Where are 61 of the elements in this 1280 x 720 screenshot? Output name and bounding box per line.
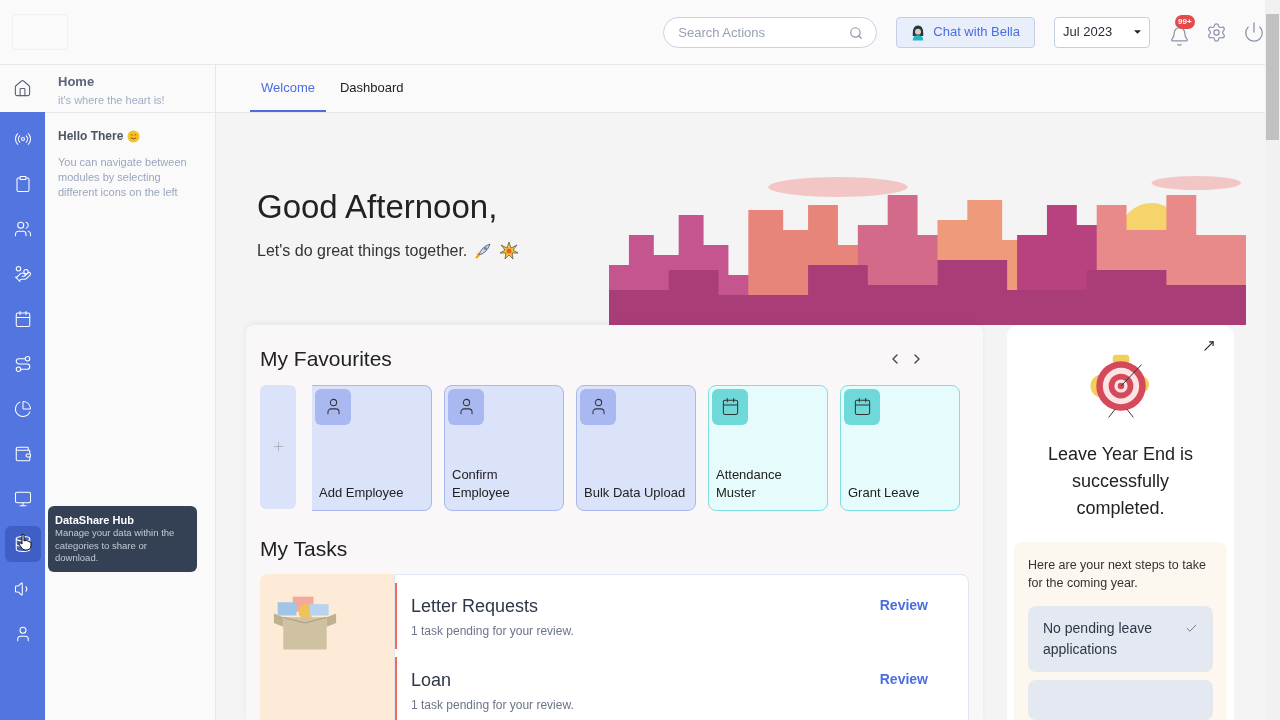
notification-badge: 99+ (1175, 15, 1195, 29)
pie-chart-icon (13, 400, 32, 418)
favourite-tile[interactable]: Bulk Data Upload (576, 384, 696, 511)
power-icon[interactable] (1243, 21, 1265, 43)
rocket-icon (473, 241, 494, 261)
review-link[interactable]: Review (879, 657, 928, 720)
route-icon (13, 355, 32, 373)
next-steps-intro: Here are your next steps to take for the coming year. (1028, 557, 1207, 592)
hand-cursor-icon (18, 533, 32, 551)
step-label: No pending leave applications (1043, 619, 1153, 659)
tile-label: Add Employee (318, 483, 405, 502)
tile-label: Confirm Employee (451, 465, 511, 502)
calendar-icon (852, 397, 872, 416)
tooltip-text: Manage your data within the categories to share or download. (55, 527, 176, 565)
bell-icon[interactable] (1168, 26, 1190, 47)
wallet-icon (13, 445, 32, 463)
favourite-tile[interactable]: Attendance Muster (708, 384, 828, 511)
search-field[interactable]: Search Actions (663, 16, 878, 48)
plus-icon (270, 439, 286, 454)
greeting-title: Good Afternoon, (257, 187, 499, 227)
sidebar-title: Home (58, 73, 96, 91)
settings-icon[interactable] (1206, 21, 1227, 43)
tooltip-title: DataShare Hub (55, 513, 135, 527)
home-icon[interactable] (13, 79, 32, 98)
tile-label: Attendance Muster (715, 465, 783, 502)
task-title: Loan (411, 669, 453, 692)
search-icon (849, 25, 864, 40)
box-drawing (272, 594, 338, 652)
collision-icon (499, 241, 520, 261)
favourite-tile[interactable]: Add Employee (312, 384, 432, 511)
tile-label: Grant Leave (847, 483, 921, 502)
avatar-icon (911, 23, 926, 41)
task-title: Letter Requests (411, 595, 540, 618)
chat-button[interactable]: Chat with Bella (896, 16, 1035, 48)
favourite-tile[interactable]: Confirm Employee (444, 384, 564, 511)
tab[interactable]: Dashboard (328, 64, 415, 112)
greeting-subtitle: Let's do great things together. (257, 241, 468, 261)
scrollbar-thumb[interactable] (1266, 14, 1279, 140)
broadcast-icon (13, 130, 32, 148)
hand-icon (13, 265, 32, 283)
tile-label: Bulk Data Upload (583, 483, 687, 502)
section-title: My Tasks (260, 535, 349, 562)
clipboard-icon (13, 175, 32, 193)
task-detail: 1 task pending for your review. (411, 697, 575, 714)
caret-icon (1134, 30, 1141, 34)
calendar-icon (13, 310, 32, 328)
section-title: My Favourites (260, 346, 393, 372)
year-end-message: Leave Year End is successfully completed. (1046, 443, 1195, 520)
review-link[interactable]: Review (879, 583, 928, 649)
users-icon (13, 220, 32, 238)
period-dropdown[interactable]: Jul 2023 (1054, 16, 1150, 48)
scrollbar[interactable] (1265, 0, 1280, 720)
calendar-icon (720, 397, 740, 416)
greeting-text: Hello There (58, 128, 124, 145)
sidebar-subtitle: it's where the heart is! (58, 92, 166, 108)
favourite-tile[interactable]: Grant Leave (840, 384, 960, 511)
help-text: You can navigate between modules by selecting different icons on the left (58, 155, 188, 200)
nav-item[interactable] (4, 526, 41, 562)
smiley-icon (127, 129, 141, 143)
monitor-icon (13, 490, 32, 508)
task-detail: 1 task pending for your review. (411, 623, 575, 640)
